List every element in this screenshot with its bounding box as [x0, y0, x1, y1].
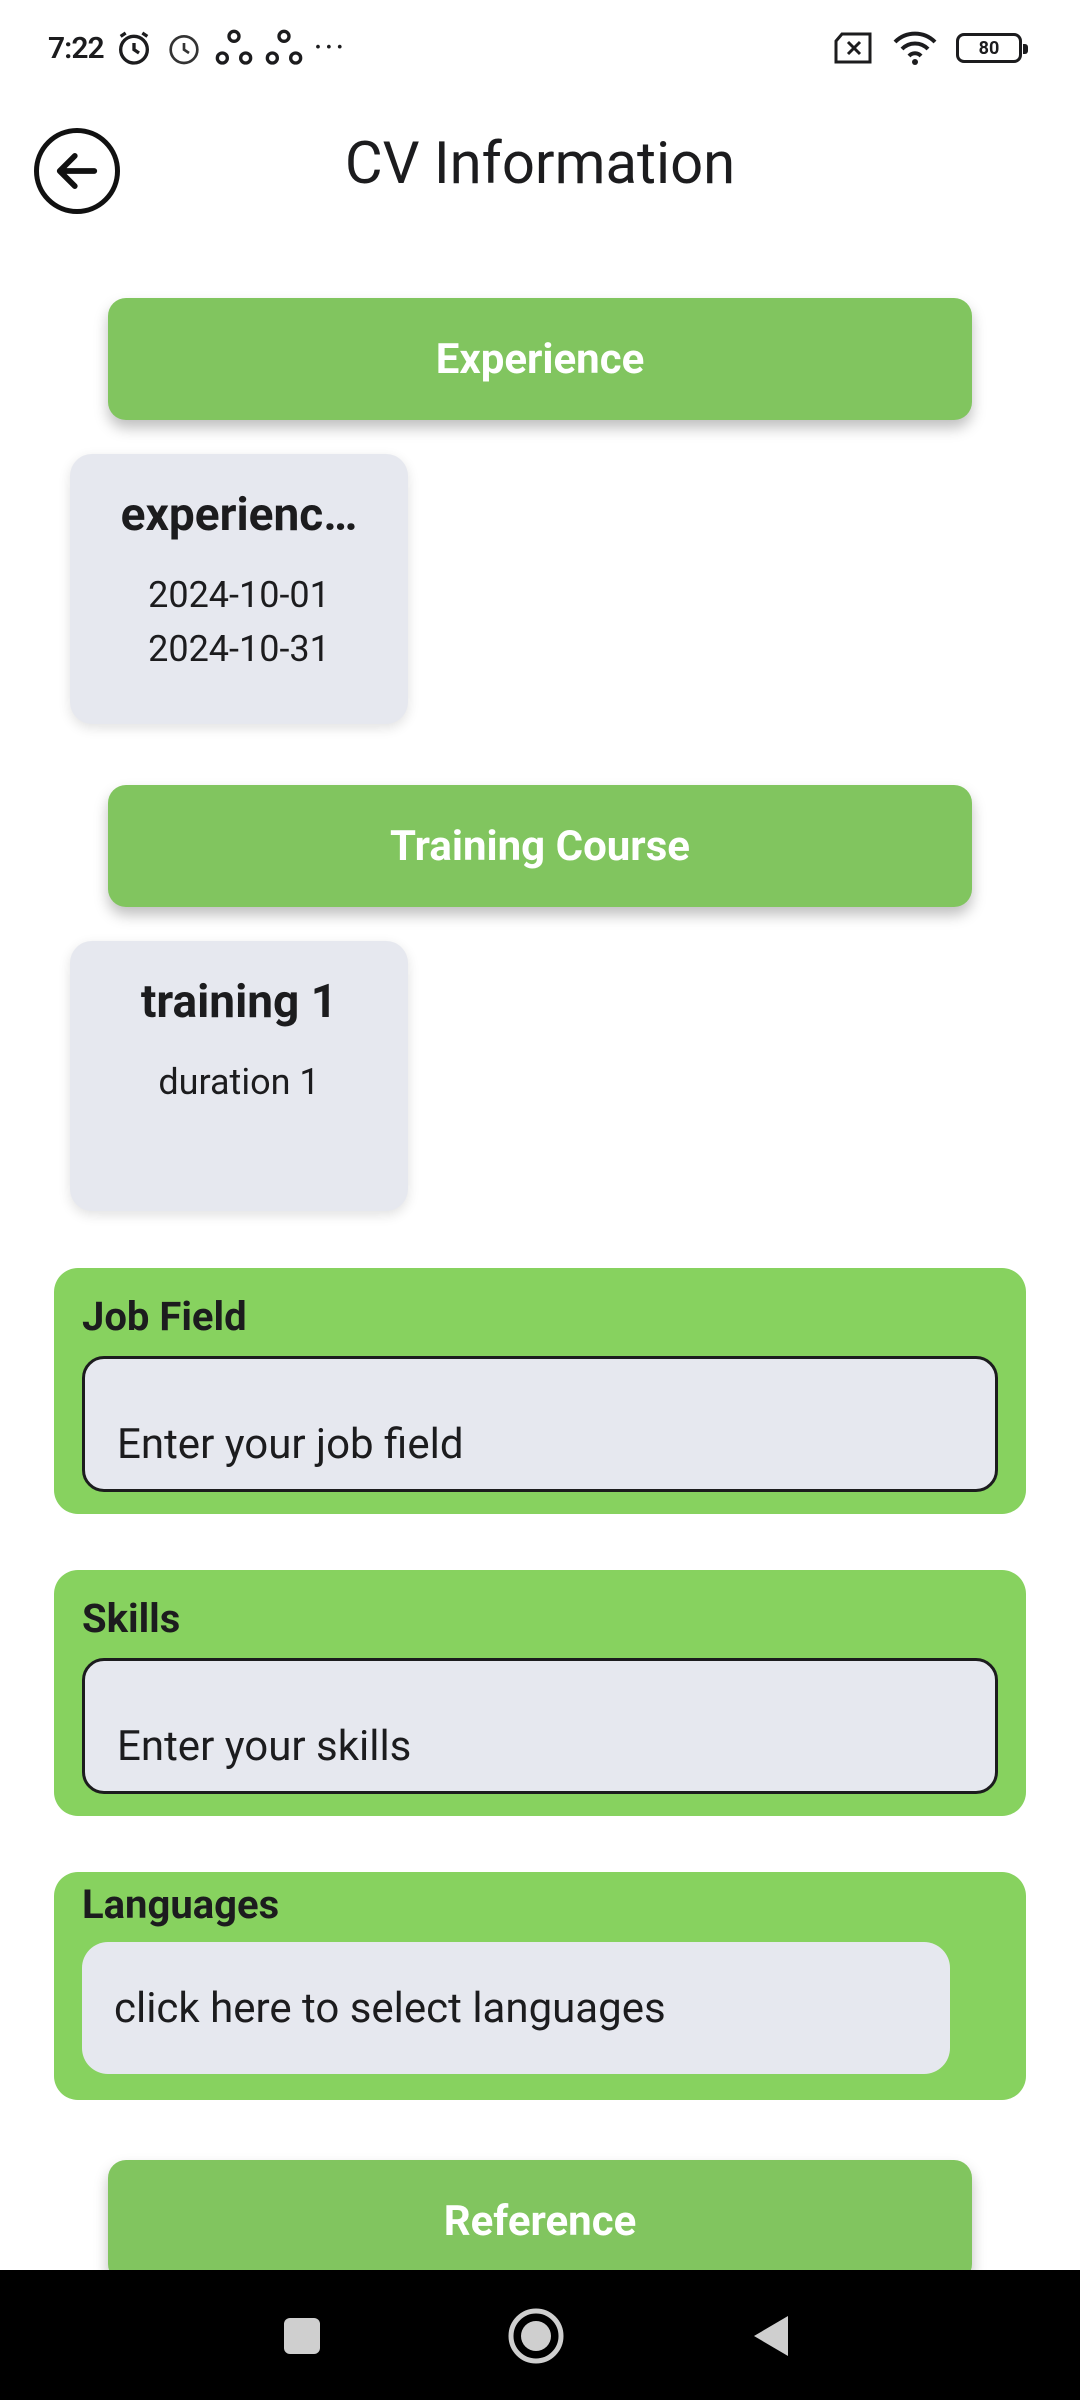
skills-label: Skills — [82, 1595, 181, 1642]
system-nav-bar — [0, 2270, 1080, 2400]
status-bar: 7:22 ··· 80 — [0, 0, 1080, 100]
home-button[interactable] — [500, 2300, 572, 2372]
training-course-button[interactable]: Training Course — [108, 785, 972, 907]
experience-card-title: experienc… — [120, 488, 358, 542]
sync-icon — [215, 29, 252, 65]
alarm-icon — [118, 31, 149, 65]
experience-button[interactable]: Experience — [108, 298, 972, 420]
reference-button[interactable]: Reference — [108, 2160, 972, 2282]
alarm-outline-icon — [168, 35, 199, 65]
job-field-input[interactable] — [82, 1356, 998, 1492]
languages-label: Languages — [82, 1881, 280, 1928]
square-icon — [284, 2318, 320, 2354]
experience-start-date: 2024-10-01 — [148, 574, 330, 616]
sync-icon — [265, 29, 302, 65]
home-circle-icon — [508, 2308, 564, 2364]
page-title: CV Information — [344, 130, 736, 198]
training-card-title: training 1 — [140, 975, 338, 1029]
training-duration: duration 1 — [158, 1061, 320, 1103]
skills-group: Skills — [54, 1570, 1026, 1816]
battery-level: 80 — [978, 37, 1000, 59]
battery-icon: 80 — [956, 33, 1028, 63]
triangle-back-icon — [754, 2316, 788, 2356]
no-sim-icon — [834, 32, 872, 64]
status-time: 7:22 — [48, 30, 105, 66]
skills-input[interactable] — [82, 1658, 998, 1794]
experience-card[interactable]: experienc… 2024-10-01 2024-10-31 — [70, 454, 408, 724]
wifi-icon — [893, 31, 937, 65]
job-field-group: Job Field — [54, 1268, 1026, 1514]
languages-select[interactable]: click here to select languages — [82, 1942, 950, 2074]
status-right: 80 — [832, 30, 1028, 66]
training-card[interactable]: training 1 duration 1 — [70, 941, 408, 1211]
job-field-label: Job Field — [82, 1293, 247, 1340]
back-nav-button[interactable] — [734, 2300, 806, 2372]
more-icon: ··· — [313, 28, 347, 68]
status-left: 7:22 ··· — [48, 28, 346, 68]
experience-end-date: 2024-10-31 — [148, 628, 330, 670]
languages-group: Languages click here to select languages — [54, 1872, 1026, 2100]
recents-button[interactable] — [266, 2300, 338, 2372]
